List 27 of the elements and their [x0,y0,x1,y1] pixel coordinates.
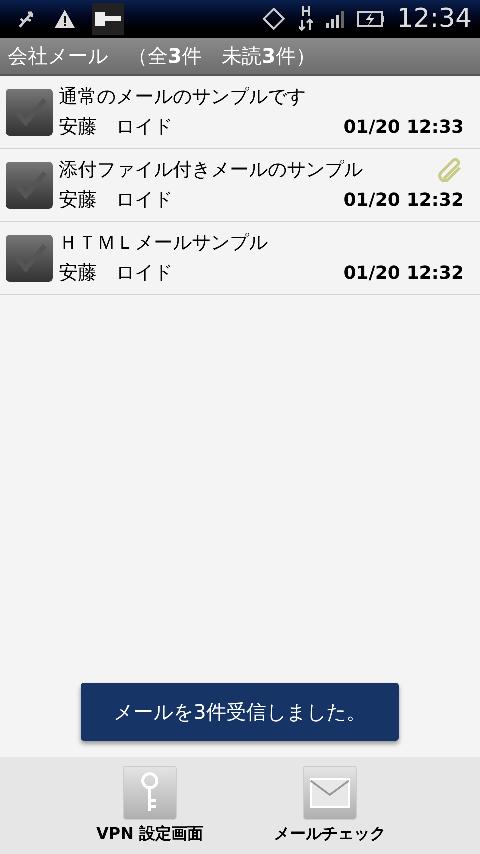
clock-time: 12:34 [397,2,472,36]
mail-row[interactable]: 添付ファイル付きメールのサンプル 安藤 ロイド 01/20 12:32 [0,149,480,222]
checkbox[interactable] [6,234,53,282]
key-icon [92,3,124,35]
checkbox[interactable] [6,162,53,208]
mail-sender: 安藤 ロイド [59,188,173,213]
signal-icon [325,9,346,29]
warning-icon [54,9,76,29]
window-title: 会社メール （全3件 未読3件） [8,43,316,70]
toast-text: メールを3件受信しました。 [114,699,366,726]
battery-charging-icon [357,9,386,29]
mail-sender: 安藤 ロイド [59,261,173,286]
toolbar-button[interactable]: VPN 設定画面 [90,766,210,846]
mail-time: 01/20 12:32 [344,262,464,286]
mail-subject: ＨＴＭＬメールサンプル [59,230,268,256]
data-arrows-icon [299,6,314,32]
mail-row[interactable]: 通常のメールのサンプルです 安藤 ロイド 01/20 12:33 [0,76,480,149]
mail-row[interactable]: ＨＴＭＬメールサンプル 安藤 ロイド 01/20 12:32 [0,222,480,295]
envelope-icon [309,776,351,808]
mail-time: 01/20 12:33 [344,116,464,140]
toolbar-button[interactable]: メールチェック [270,766,390,846]
mail-subject: 添付ファイル付きメールのサンプル [59,158,363,182]
rotate-icon [261,8,288,30]
mail-time: 01/20 12:32 [344,188,464,213]
mail-sender: 安藤 ロイド [59,115,173,140]
mail-subject: 通常のメールのサンプルです [59,84,306,110]
checkbox[interactable] [6,88,53,136]
